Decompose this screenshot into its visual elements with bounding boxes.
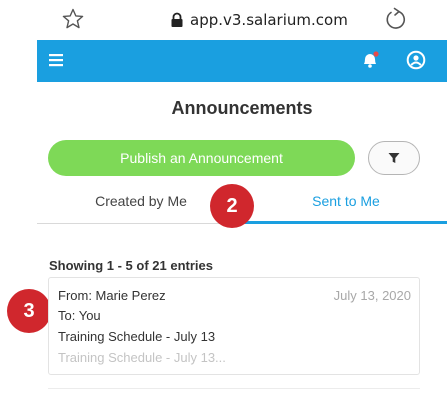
hamburger-menu-icon[interactable]	[49, 53, 63, 67]
publish-announcement-button[interactable]: Publish an Announcement	[48, 140, 355, 176]
url-text: app.v3.salarium.com	[190, 11, 348, 29]
announcement-subject: Training Schedule - July 13	[58, 329, 216, 344]
announcement-preview: Training Schedule - July 13...	[58, 350, 226, 365]
list-divider	[48, 388, 420, 389]
page-title: Announcements	[171, 98, 313, 118]
entries-summary: Showing 1 - 5 of 21 entries	[49, 258, 213, 273]
notification-dot	[373, 51, 379, 57]
user-icon[interactable]	[406, 50, 426, 70]
filter-icon	[388, 153, 400, 163]
announcement-recipient: To: You	[58, 308, 101, 323]
callout-badge-2: 2	[210, 184, 254, 228]
app-header	[37, 40, 447, 82]
filter-button[interactable]	[368, 141, 420, 175]
screen: app.v3.salarium.com Announcements Publis…	[0, 0, 447, 417]
announcement-sender: From: Marie Perez	[58, 288, 166, 303]
active-tab-indicator	[245, 221, 447, 224]
announcement-card[interactable]: From: Marie Perez July 13, 2020 To: You …	[48, 277, 420, 375]
announcement-date: July 13, 2020	[333, 288, 411, 303]
callout-badge-3: 3	[7, 289, 51, 333]
bell-icon[interactable]	[360, 50, 380, 70]
tab-sent-to-me[interactable]: Sent to Me	[245, 193, 447, 223]
reload-icon[interactable]	[382, 6, 408, 32]
lock-icon	[171, 12, 183, 27]
browser-toolbar: app.v3.salarium.com	[0, 0, 447, 40]
address-bar[interactable]: app.v3.salarium.com	[170, 9, 348, 31]
star-icon[interactable]	[61, 7, 85, 31]
